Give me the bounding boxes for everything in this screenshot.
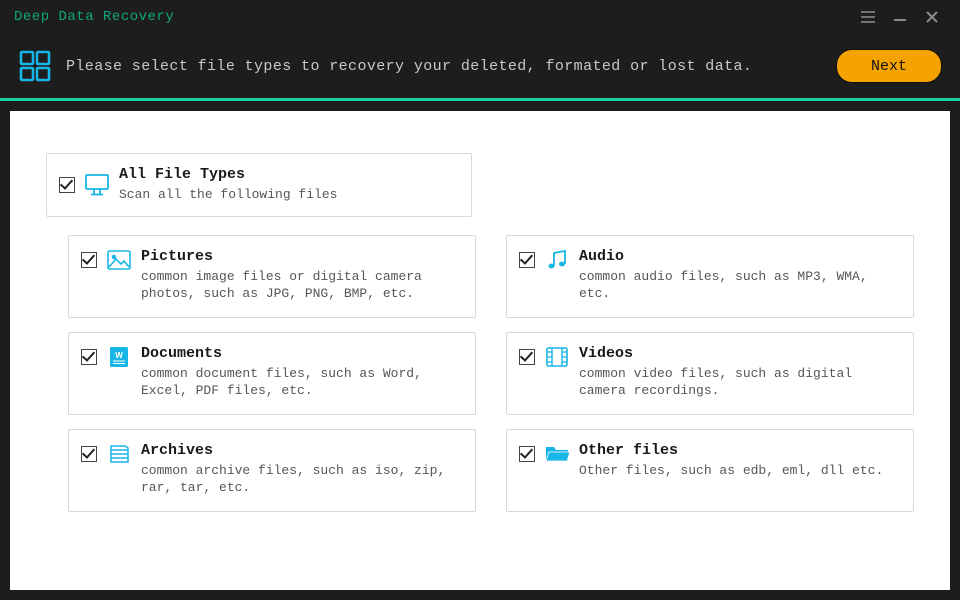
minimize-icon[interactable] [886, 3, 914, 31]
accent-divider [0, 98, 960, 101]
type-title: Other files [579, 442, 883, 459]
type-card-archives[interactable]: Archives common archive files, such as i… [68, 429, 476, 512]
checkbox-archives[interactable] [81, 446, 97, 462]
type-title: Pictures [141, 248, 461, 265]
document-icon: W [107, 345, 131, 369]
type-card-all[interactable]: All File Types Scan all the following fi… [46, 153, 472, 217]
type-desc: common image files or digital camera pho… [141, 268, 461, 303]
svg-text:W: W [115, 351, 123, 360]
type-desc: common audio files, such as MP3, WMA, et… [579, 268, 899, 303]
type-desc: common document files, such as Word, Exc… [141, 365, 461, 400]
type-title: Archives [141, 442, 461, 459]
checkbox-all[interactable] [59, 177, 75, 193]
next-button[interactable]: Next [836, 49, 942, 83]
checkbox-pictures[interactable] [81, 252, 97, 268]
type-desc: common archive files, such as iso, zip, … [141, 462, 461, 497]
monitor-icon [85, 173, 109, 197]
type-card-pictures[interactable]: Pictures common image files or digital c… [68, 235, 476, 318]
checkbox-audio[interactable] [519, 252, 535, 268]
checkbox-other[interactable] [519, 446, 535, 462]
film-icon [545, 345, 569, 369]
music-note-icon [545, 248, 569, 272]
app-logo-icon [18, 49, 52, 83]
type-title: Videos [579, 345, 899, 362]
type-desc: common video files, such as digital came… [579, 365, 899, 400]
type-card-other[interactable]: Other files Other files, such as edb, em… [506, 429, 914, 512]
menu-icon[interactable] [854, 3, 882, 31]
type-card-videos[interactable]: Videos common video files, such as digit… [506, 332, 914, 415]
close-icon[interactable] [918, 3, 946, 31]
checkbox-documents[interactable] [81, 349, 97, 365]
app-title: Deep Data Recovery [14, 9, 174, 25]
header-prompt: Please select file types to recovery you… [66, 58, 752, 75]
type-title-all: All File Types [119, 166, 337, 183]
header-bar: Please select file types to recovery you… [0, 34, 960, 98]
type-card-audio[interactable]: Audio common audio files, such as MP3, W… [506, 235, 914, 318]
type-title: Audio [579, 248, 899, 265]
archive-icon [107, 442, 131, 466]
type-title: Documents [141, 345, 461, 362]
main-panel: All File Types Scan all the following fi… [10, 111, 950, 590]
type-desc: Other files, such as edb, eml, dll etc. [579, 462, 883, 480]
title-bar: Deep Data Recovery [0, 0, 960, 34]
type-card-documents[interactable]: W Documents common document files, such … [68, 332, 476, 415]
checkbox-videos[interactable] [519, 349, 535, 365]
picture-icon [107, 248, 131, 272]
folder-icon [545, 442, 569, 466]
type-desc-all: Scan all the following files [119, 186, 337, 204]
